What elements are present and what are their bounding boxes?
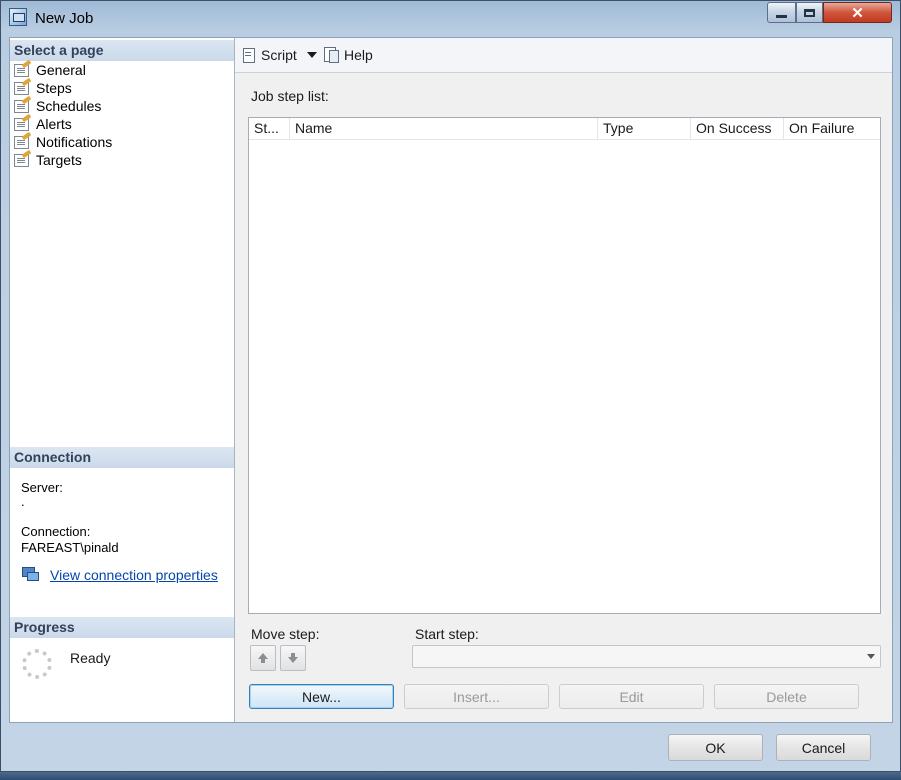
column-header-step[interactable]: St... <box>249 118 290 139</box>
page-item-schedules[interactable]: Schedules <box>14 97 101 115</box>
page-properties-icon <box>14 135 29 149</box>
page-item-label: Notifications <box>36 134 113 150</box>
edit-step-button[interactable]: Edit <box>559 684 704 709</box>
page-item-alerts[interactable]: Alerts <box>14 115 72 133</box>
select-page-heading: Select a page <box>10 40 234 61</box>
grid-header: St... Name Type On Success On Failure <box>249 118 880 140</box>
connection-label: Connection: <box>21 524 91 539</box>
new-step-button[interactable]: New... <box>249 684 394 709</box>
insert-step-button[interactable]: Insert... <box>404 684 549 709</box>
page-properties-icon <box>14 117 29 131</box>
column-header-name[interactable]: Name <box>290 118 598 139</box>
server-value: . <box>21 494 25 509</box>
chevron-down-icon <box>307 52 317 58</box>
page-properties-icon <box>14 153 29 167</box>
progress-status: Ready <box>70 650 111 666</box>
view-connection-properties-link[interactable]: View connection properties <box>50 567 218 583</box>
ok-button[interactable]: OK <box>668 734 763 761</box>
toolbar: Script Help <box>235 38 892 73</box>
page-item-label: Steps <box>36 80 72 96</box>
arrow-up-icon <box>258 653 268 663</box>
help-icon <box>324 47 339 63</box>
page-properties-icon <box>14 99 29 113</box>
script-dropdown-button[interactable] <box>307 46 317 64</box>
dialog-client-area: Select a page General Steps Schedules Al… <box>9 37 893 723</box>
window-title: New Job <box>35 10 94 27</box>
page-item-label: Targets <box>36 152 82 168</box>
server-label: Server: <box>21 480 63 495</box>
column-header-type[interactable]: Type <box>598 118 691 139</box>
page-item-label: Schedules <box>36 98 102 114</box>
move-step-up-button[interactable] <box>250 645 276 671</box>
start-step-select[interactable] <box>412 645 881 668</box>
close-icon: ✕ <box>851 4 864 22</box>
minimize-button[interactable] <box>767 2 796 23</box>
script-label: Script <box>261 47 297 63</box>
page-properties-icon <box>14 81 29 95</box>
maximize-button[interactable] <box>796 2 823 23</box>
page-properties-icon <box>14 63 29 77</box>
connection-properties-icon <box>22 567 39 581</box>
page-item-targets[interactable]: Targets <box>14 151 82 169</box>
column-header-on-failure[interactable]: On Failure <box>784 118 880 139</box>
script-button[interactable]: Script <box>242 46 297 64</box>
job-step-list-caption: Job step list: <box>251 88 329 104</box>
page-item-notifications[interactable]: Notifications <box>14 133 112 151</box>
page-item-label: General <box>36 62 86 78</box>
left-panel: Select a page General Steps Schedules Al… <box>10 38 235 722</box>
page-item-steps[interactable]: Steps <box>14 79 72 97</box>
progress-heading: Progress <box>10 617 234 638</box>
connection-heading: Connection <box>10 447 234 468</box>
page-item-general[interactable]: General <box>14 61 86 79</box>
move-step-down-button[interactable] <box>280 645 306 671</box>
delete-step-button[interactable]: Delete <box>714 684 859 709</box>
arrow-down-icon <box>288 653 298 663</box>
page-item-label: Alerts <box>36 116 72 132</box>
job-step-grid[interactable]: St... Name Type On Success On Failure <box>248 117 881 614</box>
column-header-on-success[interactable]: On Success <box>691 118 784 139</box>
title-bar[interactable]: New Job ✕ <box>1 1 900 35</box>
move-step-label: Move step: <box>251 626 320 642</box>
cancel-button[interactable]: Cancel <box>776 734 871 761</box>
main-panel: Script Help Job step list: St... Name Ty… <box>235 38 892 722</box>
taskbar <box>0 772 901 780</box>
new-job-window: New Job ✕ Select a page General Steps Sc… <box>0 0 901 772</box>
minimize-icon <box>776 15 787 18</box>
close-button[interactable]: ✕ <box>823 2 892 23</box>
help-button[interactable]: Help <box>324 46 373 64</box>
maximize-icon <box>804 8 815 17</box>
chevron-down-icon <box>867 654 875 659</box>
app-icon <box>9 8 27 26</box>
progress-spinner-icon <box>22 649 52 679</box>
start-step-label: Start step: <box>415 626 479 642</box>
connection-value: FAREAST\pinald <box>21 540 119 555</box>
help-label: Help <box>344 47 373 63</box>
script-icon <box>242 47 256 63</box>
